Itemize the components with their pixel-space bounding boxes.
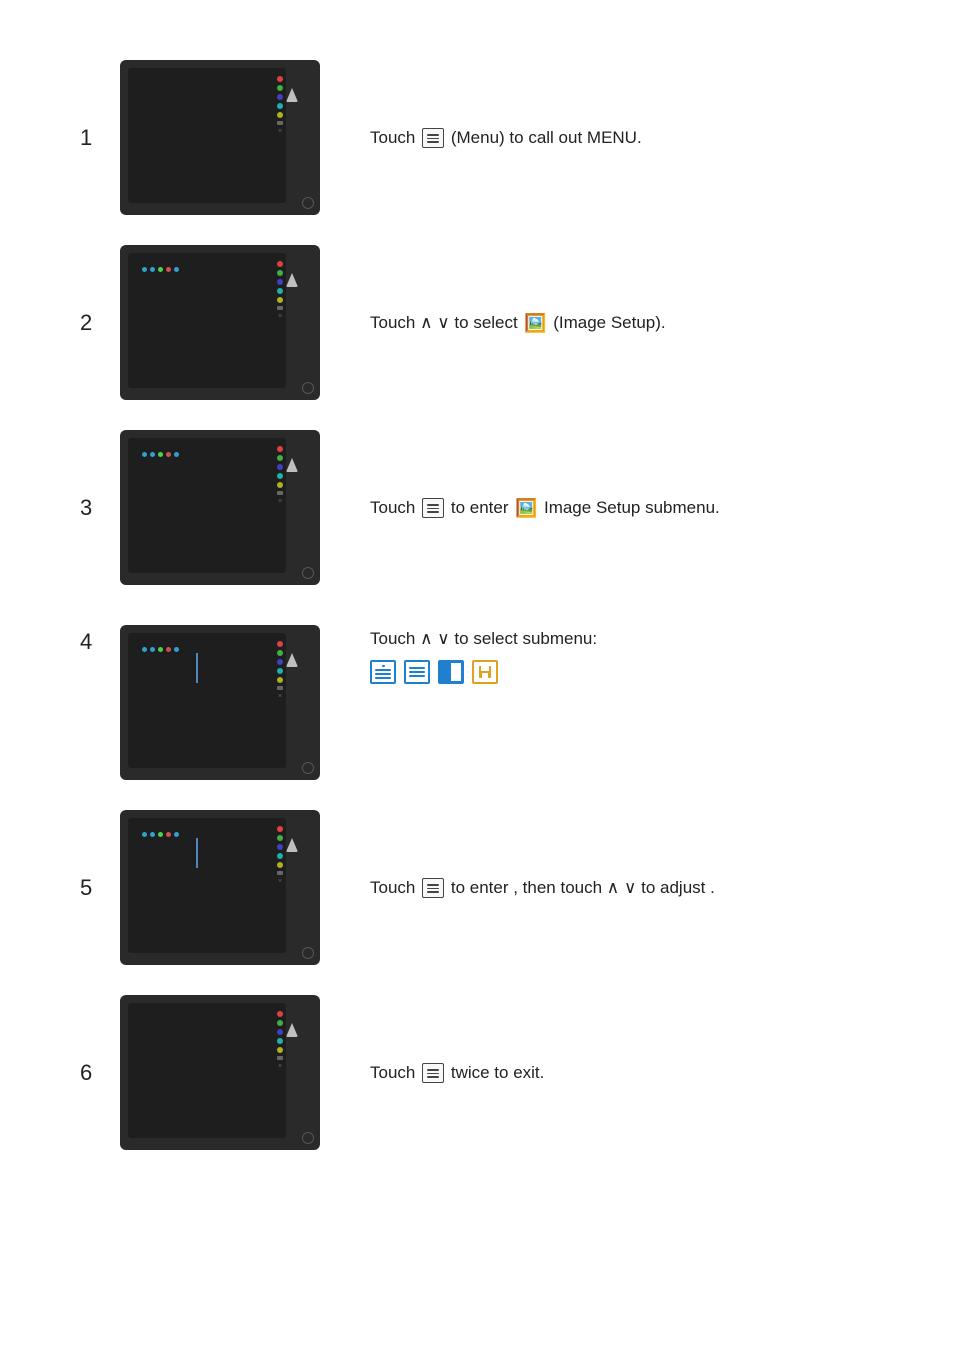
submenu-icon-save [472, 660, 498, 684]
monitor-2: × [120, 245, 320, 400]
monitor-1: × [120, 60, 320, 215]
step-row-4: 4 [80, 615, 874, 780]
step-desc-6: Touch twice to exit. [370, 1059, 874, 1086]
menu-icon-1 [422, 128, 444, 148]
menu-icon-5 [422, 878, 444, 898]
submenu-icon-contrast [438, 660, 464, 684]
image-setup-icon-3: 🖼️ [515, 498, 537, 518]
step-row-5: 5 [80, 810, 874, 965]
step-number-4: 4 [80, 625, 120, 655]
step-desc-4: Touch ∧ ∨ to select submenu: [370, 625, 874, 684]
step-desc-5: Touch to enter , then touch ∧ ∨ to adjus… [370, 874, 874, 901]
step-number-3: 3 [80, 495, 120, 521]
step-number-6: 6 [80, 1060, 120, 1086]
image-setup-icon-2: 🖼️ [524, 313, 546, 333]
submenu-icon-bars [370, 660, 396, 684]
step-row-1: 1 × [80, 60, 874, 215]
step-desc-2: Touch ∧ ∨ to select 🖼️ (Image Setup). [370, 309, 874, 336]
monitor-3: × [120, 430, 320, 585]
step-number-1: 1 [80, 125, 120, 151]
step-row-2: 2 [80, 245, 874, 400]
step-number-2: 2 [80, 310, 120, 336]
step-desc-1: Touch (Menu) to call out MENU. [370, 124, 874, 151]
step-row-3: 3 [80, 430, 874, 585]
menu-icon-3 [422, 498, 444, 518]
step-row-6: 6 × [80, 995, 874, 1150]
monitor-4: × [120, 625, 320, 780]
monitor-5: × [120, 810, 320, 965]
monitor-6: × [120, 995, 320, 1150]
step-number-5: 5 [80, 875, 120, 901]
page-container: 1 × [0, 0, 954, 1240]
submenu-icons-row [370, 660, 874, 684]
menu-icon-6 [422, 1063, 444, 1083]
step-desc-3: Touch to enter 🖼️ Image Setup submenu. [370, 494, 874, 521]
submenu-icon-menu [404, 660, 430, 684]
